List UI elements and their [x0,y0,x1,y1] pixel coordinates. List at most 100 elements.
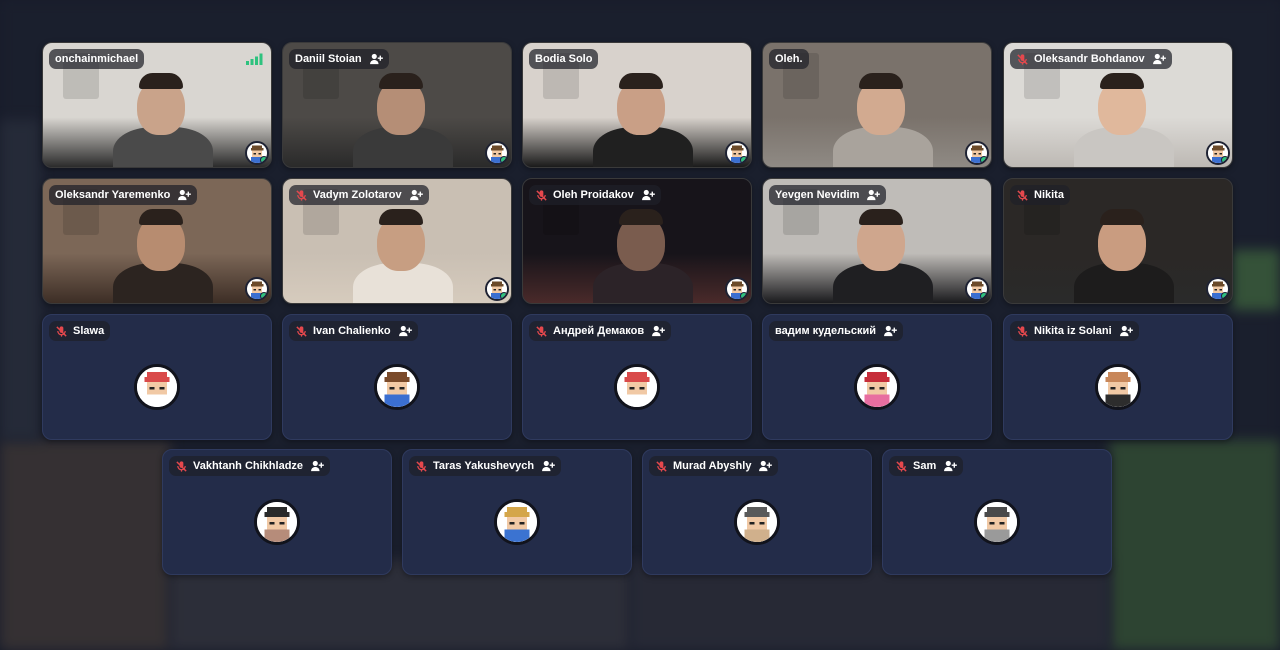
participant-name: Taras Yakushevych [433,460,535,472]
add-person-icon[interactable] [398,325,412,337]
participant-name: Nikita iz Solani [1034,325,1112,337]
name-tag: Sam [889,456,964,476]
avatar [374,363,420,410]
online-status-dot [260,156,267,163]
pixel-avatar-icon [1206,277,1230,301]
pixel-avatar-icon [485,141,509,165]
participant-name: Daniil Stoian [295,53,362,65]
name-tag: onchainmichael [49,49,145,69]
name-tag: Slawa [49,321,111,341]
add-person-icon[interactable] [866,189,881,201]
name-tag: Yevgen Nevidim [769,185,887,205]
participant-tile[interactable]: onchainmichael [42,42,272,168]
participant-tile[interactable]: Vakhtanh Chikhladze [162,449,392,575]
add-person-icon[interactable] [310,460,324,472]
online-status-dot [740,156,747,163]
name-tag: Oleksandr Bohdanov [1010,49,1172,69]
participant-tile[interactable]: Slawa [42,314,272,440]
add-person-icon[interactable] [943,460,958,472]
online-status-dot [1221,292,1228,299]
participant-tile[interactable]: Taras Yakushevych [402,449,632,575]
participant-tile[interactable]: Oleksandr Yaremenko [42,178,272,304]
participant-name: onchainmichael [55,53,139,65]
name-tag: Oleh Proidakov [529,185,661,205]
participant-tile[interactable]: Андрей Демаков [522,314,752,440]
online-status-dot [980,156,987,163]
online-status-dot [740,292,747,299]
participant-name: Yevgen Nevidim [775,189,860,201]
avatar [734,498,780,545]
avatar [854,363,900,410]
microphone-off-icon [1016,53,1029,66]
participant-name: Oleksandr Bohdanov [1034,53,1145,65]
participant-grid: onchainmichael Daniil Stoian Bodia Solo Ole… [0,0,1280,650]
participant-tile[interactable]: Nikita iz Solani [1003,314,1233,440]
add-person-icon[interactable] [177,189,192,201]
add-person-icon[interactable] [651,325,665,337]
avatar [614,363,660,410]
add-person-icon[interactable] [1119,325,1133,337]
participant-tile[interactable]: вадим кудельский [762,314,992,440]
add-person-icon[interactable] [1152,53,1166,65]
pixel-avatar-icon [245,277,269,301]
avatar [254,498,300,545]
name-tag: вадим кудельский [769,321,904,341]
online-status-dot [260,292,267,299]
participant-name: Murad Abyshly [673,460,752,472]
avatar [974,498,1020,545]
avatar [494,498,540,545]
participant-name: Oleh. [775,53,803,65]
online-status-dot [500,156,507,163]
participant-tile[interactable]: Oleh Proidakov [522,178,752,304]
microphone-off-icon [1016,189,1029,202]
avatar [1095,363,1141,410]
pixel-avatar-icon [725,141,749,165]
add-person-icon[interactable] [541,460,555,472]
participant-tile[interactable]: Oleh. [762,42,992,168]
participant-tile[interactable]: Yevgen Nevidim [762,178,992,304]
microphone-off-icon [175,460,188,473]
pixel-avatar-icon [965,277,989,301]
add-person-icon[interactable] [758,460,773,472]
add-person-icon[interactable] [883,325,897,337]
name-tag: Oleksandr Yaremenko [49,185,198,205]
pixel-avatar-icon [485,277,509,301]
participant-name: Vakhtanh Chikhladze [193,460,304,472]
participant-name: Ivan Chalienko [313,325,391,337]
participant-name: Oleh Proidakov [553,189,634,201]
name-tag: Murad Abyshly [649,456,779,476]
name-tag: Андрей Демаков [529,321,672,341]
participant-name: Sam [913,460,937,472]
microphone-off-icon [655,460,668,473]
microphone-off-icon [895,460,908,473]
participant-name: вадим кудельский [775,325,877,337]
name-tag: Oleh. [769,49,809,69]
participant-name: Андрей Демаков [553,325,645,337]
microphone-off-icon [295,325,308,338]
participant-tile[interactable]: Nikita [1003,178,1233,304]
add-person-icon[interactable] [641,189,655,201]
participant-tile[interactable]: Sam [882,449,1112,575]
pixel-avatar-icon [1206,141,1230,165]
participant-tile[interactable]: Oleksandr Bohdanov [1003,42,1233,168]
participant-tile[interactable]: Vadym Zolotarov [282,178,512,304]
microphone-off-icon [295,189,308,202]
participant-tile[interactable]: Daniil Stoian [282,42,512,168]
participant-name: Slawa [73,325,105,337]
name-tag: Daniil Stoian [289,49,389,69]
avatar [134,363,180,410]
participant-name: Bodia Solo [535,53,593,65]
add-person-icon[interactable] [369,53,383,65]
participant-tile[interactable]: Bodia Solo [522,42,752,168]
participant-tile[interactable]: Ivan Chalienko [282,314,512,440]
participant-name: Nikita [1034,189,1064,201]
pixel-avatar-icon [245,141,269,165]
add-person-icon[interactable] [409,189,423,201]
participant-name: Vadym Zolotarov [313,189,402,201]
name-tag: Vadym Zolotarov [289,185,429,205]
name-tag: Nikita [1010,185,1070,205]
participant-tile[interactable]: Murad Abyshly [642,449,872,575]
online-status-dot [500,292,507,299]
microphone-off-icon [535,325,548,338]
microphone-off-icon [535,189,548,202]
